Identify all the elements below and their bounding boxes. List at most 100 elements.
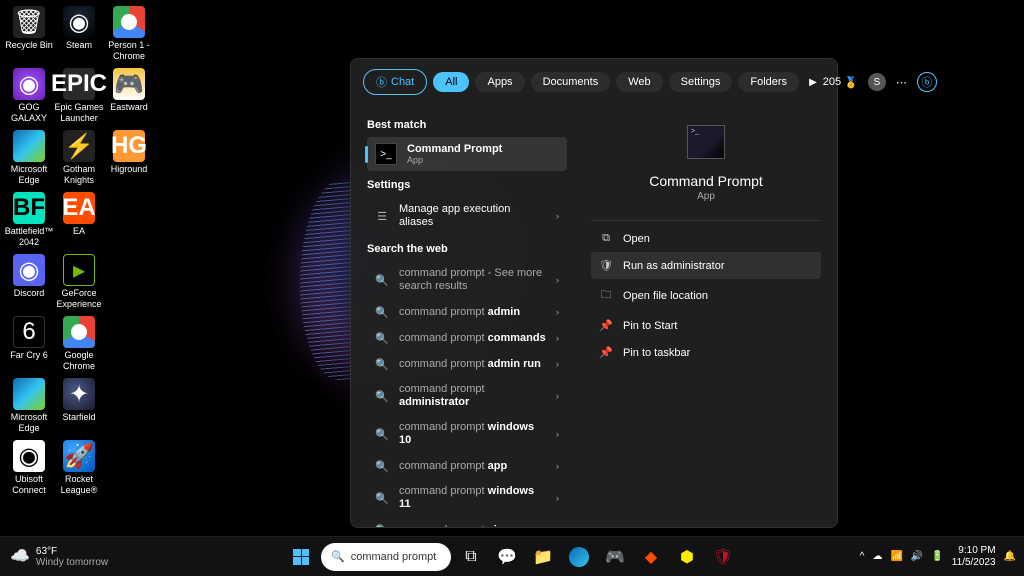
search-icon: 🔍 — [375, 357, 389, 371]
onedrive-icon[interactable]: ☁ — [872, 551, 882, 562]
tab-all[interactable]: All — [433, 72, 469, 92]
weather-icon: ☁️ — [10, 551, 30, 562]
start-button[interactable] — [285, 541, 317, 573]
desktop-icon[interactable]: EPICEpic Games Launcher — [54, 66, 104, 128]
section-best-match: Best match — [367, 119, 575, 131]
preview-cmd-icon — [687, 125, 725, 159]
app-icon: ✦ — [63, 378, 95, 410]
chevron-up-icon[interactable]: ^ — [860, 551, 865, 562]
app-icon — [13, 130, 45, 162]
web-search-result[interactable]: 🔍command prompt windows 11› — [367, 479, 567, 517]
search-icon: 🔍 — [375, 389, 389, 403]
folder-icon: 🗀 — [599, 286, 613, 305]
start-menu: ⓑChat All Apps Documents Web Settings Fo… — [350, 58, 838, 528]
web-search-result[interactable]: 🔍command prompt administrator› — [367, 377, 567, 415]
preview-panel: Command Prompt App ⧉Open 🛡Run as adminis… — [575, 105, 837, 527]
pin-icon: 📌 — [599, 346, 613, 359]
app-icon: EPIC — [63, 68, 95, 100]
desktop-icon[interactable]: 6Far Cry 6 — [4, 314, 54, 376]
bing-icon[interactable]: ⓑ — [917, 72, 937, 92]
desktop-icon[interactable]: Microsoft Edge — [4, 128, 54, 190]
action-open[interactable]: ⧉Open — [591, 225, 821, 252]
desktop-icon[interactable]: 🚀Rocket League® — [54, 438, 104, 500]
tab-chat[interactable]: ⓑChat — [363, 69, 427, 95]
chevron-right-icon: › — [556, 211, 559, 221]
avatar[interactable]: S — [868, 73, 886, 91]
desktop-icon[interactable]: Microsoft Edge — [4, 376, 54, 438]
open-icon: ⧉ — [599, 232, 613, 245]
web-search-result[interactable]: 🔍command prompt app› — [367, 453, 567, 479]
web-search-result[interactable]: 🔍command prompt admin run› — [367, 351, 567, 377]
chevron-right-icon: › — [556, 275, 559, 285]
action-open-location[interactable]: 🗀Open file location — [591, 279, 821, 312]
app-icon — [63, 316, 95, 348]
tab-apps[interactable]: Apps — [475, 72, 524, 92]
action-pin-start[interactable]: 📌Pin to Start — [591, 312, 821, 339]
mcafee-button[interactable]: 🛡 — [707, 541, 739, 573]
preview-title: Command Prompt — [649, 173, 763, 189]
desktop-icon[interactable]: HGHiground — [104, 128, 154, 190]
web-search-result[interactable]: 🔍command prompt virus› — [367, 517, 567, 527]
system-tray[interactable]: ^ ☁ 📶 🔊 🔋 — [860, 551, 944, 562]
tab-web[interactable]: Web — [616, 72, 662, 92]
desktop-icon[interactable]: ⚡Gotham Knights — [54, 128, 104, 190]
chevron-right-icon: › — [556, 525, 559, 527]
action-pin-taskbar[interactable]: 📌Pin to taskbar — [591, 339, 821, 366]
desktop-icon[interactable]: ▸GeForce Experience — [54, 252, 104, 314]
app-icon: ◉ — [13, 254, 45, 286]
desktop-icon[interactable]: ◉GOG GALAXY — [4, 66, 54, 128]
desktop-icon[interactable]: 🗑Recycle Bin — [4, 4, 54, 66]
action-run-admin[interactable]: 🛡Run as administrator — [591, 252, 821, 279]
setting-manage-aliases[interactable]: ☰ Manage app execution aliases › — [367, 197, 567, 235]
desktop-icon[interactable]: Google Chrome — [54, 314, 104, 376]
rewards-points[interactable]: 205🏅 — [823, 76, 858, 89]
battery-icon[interactable]: 🔋 — [931, 551, 943, 562]
app-button[interactable]: ◆ — [635, 541, 667, 573]
chat-button[interactable]: 💬 — [491, 541, 523, 573]
chevron-right-icon: › — [556, 493, 559, 503]
search-icon: 🔍 — [375, 459, 389, 473]
desktop-icon[interactable]: Person 1 - Chrome — [104, 4, 154, 66]
web-search-result[interactable]: 🔍command prompt - See more search result… — [367, 261, 567, 299]
desktop-icon[interactable]: 🎮Eastward — [104, 66, 154, 128]
chevron-right-icon[interactable]: ▶ — [809, 77, 817, 88]
ellipsis-icon[interactable]: ⋯ — [896, 76, 907, 89]
search-input[interactable]: 🔍 command prompt — [321, 543, 451, 571]
weather-widget[interactable]: ☁️ 63°F Windy tomorrow — [10, 546, 108, 568]
xbox-button[interactable]: 🎮 — [599, 541, 631, 573]
clock[interactable]: 9:10 PM 11/5/2023 — [952, 545, 996, 569]
pin-icon: 📌 — [599, 319, 613, 332]
tab-settings[interactable]: Settings — [669, 72, 733, 92]
tab-documents[interactable]: Documents — [531, 72, 611, 92]
volume-icon[interactable]: 🔊 — [911, 551, 923, 562]
chevron-right-icon: › — [556, 391, 559, 401]
notifications-button[interactable]: 🔔 — [1004, 551, 1016, 562]
desktop-icon[interactable]: EAEA — [54, 190, 104, 252]
app-icon — [13, 378, 45, 410]
tab-folders[interactable]: Folders — [738, 72, 799, 92]
task-view-button[interactable]: ⧉ — [455, 541, 487, 573]
web-search-result[interactable]: 🔍command prompt commands› — [367, 325, 567, 351]
app-icon: 🗑 — [13, 6, 45, 38]
search-icon: 🔍 — [375, 305, 389, 319]
chevron-right-icon: › — [556, 461, 559, 471]
shield-icon: 🛡 — [599, 259, 613, 272]
desktop-icon[interactable]: ◉Steam — [54, 4, 104, 66]
search-icon: 🔍 — [375, 523, 389, 527]
app-icon — [113, 6, 145, 38]
desktop-icon[interactable]: ◉Discord — [4, 252, 54, 314]
web-search-result[interactable]: 🔍command prompt windows 10› — [367, 415, 567, 453]
app-icon: ◉ — [13, 68, 45, 100]
app-button[interactable]: ⬢ — [671, 541, 703, 573]
explorer-button[interactable]: 📁 — [527, 541, 559, 573]
web-search-result[interactable]: 🔍command prompt admin› — [367, 299, 567, 325]
edge-button[interactable] — [563, 541, 595, 573]
wifi-icon[interactable]: 📶 — [890, 551, 902, 562]
desktop-icon[interactable]: BFBattlefield™ 2042 — [4, 190, 54, 252]
cmd-icon: >_ — [375, 143, 397, 165]
desktop-icon[interactable]: ◉Ubisoft Connect — [4, 438, 54, 500]
app-icon: ▸ — [63, 254, 95, 286]
app-icon: EA — [63, 192, 95, 224]
desktop-icon[interactable]: ✦Starfield — [54, 376, 104, 438]
result-command-prompt[interactable]: >_ Command Prompt App — [367, 137, 567, 171]
